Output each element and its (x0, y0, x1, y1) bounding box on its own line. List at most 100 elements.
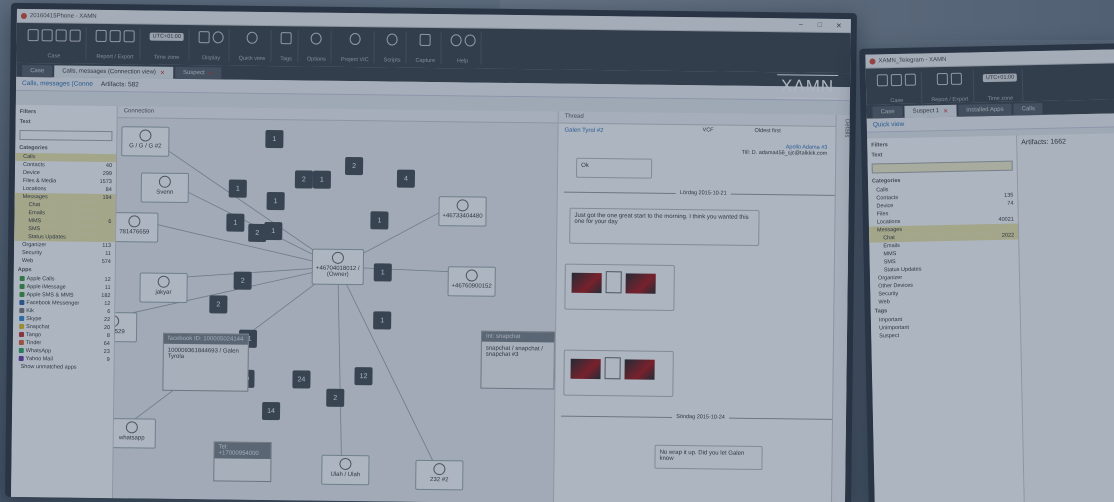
file-icon[interactable] (55, 29, 67, 42)
puzzle-icon[interactable] (386, 33, 398, 46)
document-icon[interactable] (605, 271, 622, 294)
filter-link[interactable]: Calls, messages (Conne (22, 80, 93, 88)
export-icon[interactable] (950, 72, 962, 85)
camera-icon[interactable] (419, 33, 432, 46)
attachment-bubble[interactable] (563, 349, 674, 397)
connection-count-badge[interactable]: 1 (266, 191, 285, 211)
maximize-button[interactable]: □ (812, 22, 828, 29)
display-icon[interactable] (198, 31, 210, 44)
text-filter-header[interactable]: Text (16, 117, 117, 128)
close-button[interactable]: ✕ (831, 21, 847, 29)
connection-count-badge[interactable]: 1 (264, 221, 283, 241)
contact-node[interactable]: +46733404480 (438, 196, 487, 227)
contact-node[interactable]: whatsapp (113, 418, 156, 449)
text-search-input[interactable] (871, 160, 1013, 174)
open-case-icon[interactable] (27, 29, 39, 42)
thread-contact[interactable]: Galen Tyrol #2 (564, 128, 603, 134)
ribbon-group-capture[interactable]: Capture (410, 31, 442, 65)
contact-node[interactable]: Ulah / Ulah (321, 454, 370, 486)
close-tab-icon[interactable]: ✕ (209, 70, 214, 77)
eye-icon[interactable] (246, 31, 258, 44)
ribbon-group-display[interactable]: Display (193, 29, 231, 62)
globe-icon[interactable] (349, 32, 361, 46)
tag-icon[interactable] (280, 32, 292, 45)
details-panel-toggle[interactable]: Details (830, 114, 850, 502)
contact-node[interactable]: 781476659 (113, 212, 159, 243)
photo-thumbnail[interactable] (570, 358, 601, 380)
open-case-icon[interactable] (876, 74, 889, 87)
text-filter-header[interactable]: Text (867, 148, 1016, 161)
layers-icon[interactable] (212, 31, 224, 44)
connection-count-badge[interactable]: 1 (228, 179, 247, 198)
vcf-button[interactable]: VCF (703, 127, 714, 133)
report-icon[interactable] (95, 29, 107, 43)
connection-count-badge[interactable]: 4 (396, 169, 416, 188)
connection-count-badge[interactable]: 1 (265, 129, 284, 149)
photo-thumbnail[interactable] (571, 272, 602, 294)
add-case-icon[interactable] (890, 73, 902, 87)
photo-thumbnail[interactable] (625, 273, 656, 294)
connection-count-badge[interactable]: 1 (226, 213, 245, 232)
ribbon-group-report[interactable]: Report / Export (90, 27, 141, 61)
ribbon-group-scripts[interactable]: Scripts (378, 31, 407, 64)
connection-count-badge[interactable]: 1 (373, 263, 392, 282)
thread-header[interactable]: Thread (558, 111, 850, 128)
document-icon[interactable] (604, 357, 621, 380)
add-case-icon[interactable] (41, 29, 53, 42)
message-bubble[interactable]: No wrap it up. Did you let Galen know (654, 444, 763, 471)
connection-count-badge[interactable]: 2 (209, 295, 228, 314)
ribbon-group-report[interactable]: Report / Export (925, 70, 975, 104)
tab-installed-apps[interactable]: Installed Apps (958, 103, 1012, 117)
owner-node[interactable]: +46704018012 / (Owner) (311, 248, 365, 286)
connection-count-badge[interactable]: 1 (312, 170, 332, 189)
connection-graph[interactable]: Connection G / G / G #2 Svenn 781476659 jak… (113, 106, 558, 502)
report-icon[interactable] (936, 72, 948, 86)
tag-item[interactable]: Suspect (871, 329, 1020, 340)
ribbon-group-timezone[interactable]: UTC+01:00 Time zone (144, 28, 191, 62)
connection-count-badge[interactable]: 1 (370, 211, 389, 230)
connection-count-badge[interactable]: 12 (354, 367, 373, 386)
attachment-bubble[interactable] (564, 263, 675, 311)
ribbon-group-help[interactable]: Help (445, 32, 482, 65)
gear-icon[interactable] (311, 32, 323, 45)
tab-case[interactable]: Case (872, 105, 903, 119)
connection-count-badge[interactable]: 1 (373, 311, 392, 330)
ribbon-group-timezone[interactable]: UTC+01:00 Time zone (977, 69, 1024, 103)
timezone-select[interactable]: UTC+01:00 (982, 73, 1018, 83)
connection-count-badge[interactable]: 2 (344, 156, 364, 176)
close-tab-icon[interactable]: ✕ (160, 69, 165, 76)
connection-count-badge[interactable]: 14 (261, 401, 281, 421)
file-icon[interactable] (904, 73, 916, 86)
connection-count-badge[interactable]: 2 (326, 388, 345, 407)
help-icon[interactable] (450, 34, 462, 47)
facebook-card[interactable]: facebook ID: 100005024144 10000936184469… (162, 332, 250, 392)
close-tab-icon[interactable]: ✕ (943, 107, 948, 114)
sort-order-select[interactable]: Oldest first (755, 128, 781, 134)
save-icon[interactable] (69, 29, 81, 42)
contact-node[interactable]: 232 #2 (415, 459, 464, 491)
connection-count-badge[interactable]: 24 (292, 370, 311, 389)
message-bubble[interactable]: Just got the one great start to the morn… (569, 207, 760, 247)
export-icon[interactable] (109, 30, 121, 43)
ribbon-group-tags[interactable]: Tags (275, 30, 299, 63)
snapchat-card[interactable]: Int: snapchat snapchat / snapchat / snap… (480, 330, 556, 390)
tab-suspect-1[interactable]: Suspect 1 ✕ (904, 104, 957, 118)
minimize-button[interactable]: – (793, 21, 809, 28)
ribbon-group-projectvic[interactable]: Project VIC (335, 30, 376, 64)
connection-count-badge[interactable]: 2 (294, 170, 314, 189)
quick-view-link[interactable]: Quick view (873, 121, 905, 129)
photo-thumbnail[interactable] (624, 359, 655, 380)
text-search-input[interactable] (19, 129, 113, 142)
contact-node[interactable]: jakyar (139, 272, 188, 304)
tab-calls[interactable]: Calls (1013, 102, 1044, 116)
connection-count-badge[interactable]: 2 (233, 271, 252, 290)
timezone-select[interactable]: UTC+01:00 (149, 32, 184, 41)
ribbon-group-quickview[interactable]: Quick view (233, 29, 272, 63)
tab-connection-view[interactable]: Calls, messages (Connection view) ✕ (54, 65, 174, 79)
ribbon-group-case[interactable]: Case (22, 26, 87, 60)
ribbon-group-case[interactable]: Case (871, 71, 923, 105)
telephone-card[interactable]: Tel: +17000954000 (213, 441, 272, 483)
contact-node[interactable]: +46760900152 (447, 266, 496, 297)
message-bubble[interactable]: Ok (575, 157, 653, 179)
show-unmatched-apps-button[interactable]: Show unmatched apps (13, 363, 114, 372)
